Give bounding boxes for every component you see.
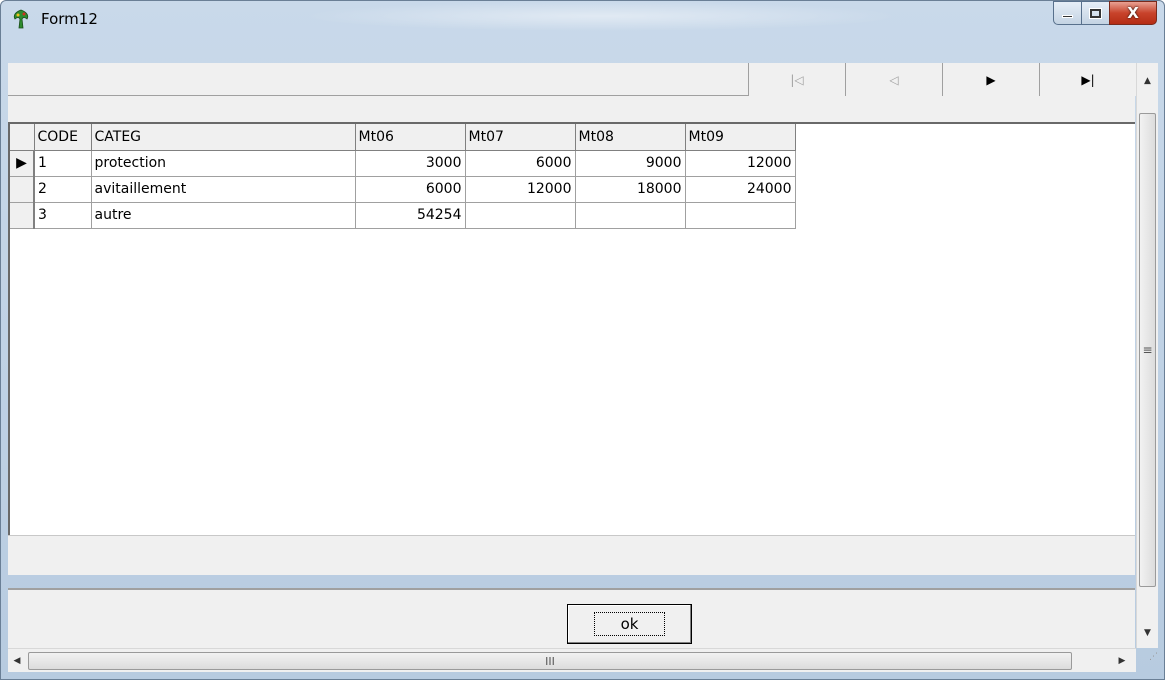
horizontal-scroll-thumb[interactable]: III [28,652,1072,670]
grid-table: CODE CATEG Mt06 Mt07 Mt08 Mt09 ▶ 1 prote… [10,124,796,229]
app-tree-icon [13,9,29,29]
column-header-mt07[interactable]: Mt07 [465,124,576,151]
title-glow [301,1,901,31]
nav-prior-icon: ◁ [889,72,899,87]
cell-code[interactable]: 1 [34,150,92,177]
close-button[interactable]: X [1109,1,1157,25]
status-panel [8,535,1135,575]
cell-mt09[interactable] [685,202,796,229]
cell-categ[interactable]: autre [91,202,356,229]
close-icon: X [1127,4,1139,22]
cell-mt09[interactable]: 12000 [685,150,796,177]
cell-mt08[interactable] [575,202,686,229]
maximize-icon [1089,7,1102,19]
nav-last-button[interactable]: ▶| [1039,63,1136,96]
cell-code[interactable]: 2 [34,176,92,203]
cell-mt06[interactable]: 3000 [355,150,466,177]
minimize-button[interactable] [1053,1,1081,25]
column-header-categ[interactable]: CATEG [91,124,356,151]
grid-header-row: CODE CATEG Mt06 Mt07 Mt08 Mt09 [10,124,796,151]
table-row[interactable]: ▶ 1 protection 3000 6000 9000 12000 [10,150,796,177]
caption-buttons: X [1053,1,1157,25]
table-row[interactable]: 3 autre 54254 [10,202,796,229]
window-title: Form12 [41,10,98,28]
row-indicator-icon[interactable]: ▶ [10,150,35,177]
cell-mt07[interactable] [465,202,576,229]
table-row[interactable]: 2 avitaillement 6000 12000 18000 24000 [10,176,796,203]
indicator-header [10,124,35,151]
cell-mt06[interactable]: 54254 [355,202,466,229]
data-grid[interactable]: CODE CATEG Mt06 Mt07 Mt08 Mt09 ▶ 1 prote… [8,122,1135,535]
cell-mt09[interactable]: 24000 [685,176,796,203]
title-bar[interactable]: Form12 X [1,1,1164,31]
nav-next-icon: ▶ [986,72,996,87]
resize-grip-icon[interactable]: ⋰ [1140,652,1158,672]
scroll-right-icon[interactable]: ▶ [1113,652,1131,670]
grip-icon: III [545,654,555,668]
nav-prior-button[interactable]: ◁ [845,63,942,96]
cell-mt07[interactable]: 12000 [465,176,576,203]
cell-code[interactable]: 3 [34,202,92,229]
scroll-down-icon[interactable]: ▼ [1137,623,1158,643]
ok-button-label: ok [593,612,666,636]
maximize-button[interactable] [1081,1,1109,25]
minimize-icon [1062,14,1073,18]
horizontal-scrollbar[interactable]: ◀ III ▶ [8,648,1136,672]
cell-mt07[interactable]: 6000 [465,150,576,177]
column-header-mt09[interactable]: Mt09 [685,124,796,151]
nav-last-icon: ▶| [1081,72,1095,87]
panel-gap [8,96,1135,122]
nav-first-icon: |◁ [790,72,804,87]
grip-icon: ≡ [1142,343,1153,357]
cell-mt08[interactable]: 18000 [575,176,686,203]
cell-mt06[interactable]: 6000 [355,176,466,203]
vertical-scroll-thumb[interactable]: ≡ [1139,113,1156,587]
column-header-mt08[interactable]: Mt08 [575,124,686,151]
cell-mt08[interactable]: 9000 [575,150,686,177]
nav-first-button[interactable]: |◁ [748,63,845,96]
ok-button[interactable]: ok [567,604,692,644]
row-indicator[interactable] [10,176,35,203]
scroll-left-icon[interactable]: ◀ [8,652,26,670]
column-header-code[interactable]: CODE [34,124,92,151]
nav-next-button[interactable]: ▶ [942,63,1039,96]
vertical-scrollbar[interactable]: ▲ ≡ ▼ [1136,63,1158,648]
row-indicator[interactable] [10,202,35,229]
cell-categ[interactable]: avitaillement [91,176,356,203]
column-header-mt06[interactable]: Mt06 [355,124,466,151]
cell-categ[interactable]: protection [91,150,356,177]
db-navigator: |◁ ◁ ▶ ▶| [8,63,1136,96]
scroll-up-icon[interactable]: ▲ [1137,71,1158,91]
